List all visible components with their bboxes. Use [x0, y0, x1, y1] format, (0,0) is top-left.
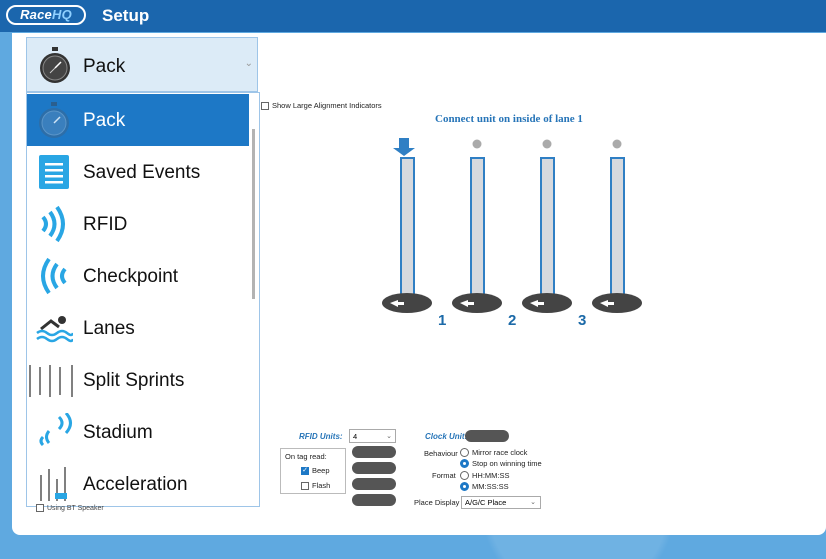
place-display-value: A/G/C Place [465, 498, 507, 507]
split-poles-icon [29, 365, 73, 397]
beep-label: Beep [312, 466, 330, 475]
lane-pole [540, 157, 555, 307]
lane-number: 2 [508, 312, 517, 329]
mode-dropdown-list[interactable]: Pack Saved Events RFID Checkpoint Lanes … [26, 92, 260, 507]
lane-base [382, 293, 432, 313]
clock-unit-label: Clock Unit: [425, 432, 468, 441]
dropdown-item-acceleration[interactable]: Acceleration [27, 458, 249, 506]
lane-base [592, 293, 642, 313]
large-alignment-checkbox[interactable] [261, 101, 269, 110]
lane-number: 3 [578, 312, 587, 329]
lane-base [452, 293, 502, 313]
on-tag-read-group: On tag read: ✓ Beep Flash [280, 448, 346, 494]
behaviour-mirror-radio[interactable] [460, 448, 469, 457]
dropdown-item-label: Pack [83, 110, 126, 131]
dropdown-item-saved-events[interactable]: Saved Events [27, 146, 249, 198]
beep-option[interactable]: ✓ Beep [301, 466, 330, 475]
on-tag-read-label: On tag read: [285, 452, 327, 461]
checkpoint-waves-icon [41, 257, 67, 295]
swimmer-icon [36, 316, 73, 343]
racehq-logo: RaceHQ [6, 5, 86, 25]
rfid-unit-button[interactable] [352, 494, 396, 506]
dropdown-item-lanes[interactable]: Lanes [27, 302, 249, 354]
chevron-down-icon: ⌄ [530, 499, 536, 506]
beep-checkbox[interactable]: ✓ [301, 466, 309, 475]
dropdown-item-label: Checkpoint [83, 266, 179, 287]
dropdown-item-label: Acceleration [83, 474, 188, 495]
document-icon [39, 155, 69, 189]
arrow-down-icon [393, 138, 415, 156]
mode-dropdown[interactable]: Pack ⌄ [26, 37, 258, 92]
status-dot [612, 139, 622, 149]
dropdown-item-split-sprints[interactable]: Split Sprints [27, 354, 249, 406]
stadium-icon [39, 413, 72, 447]
status-dot [542, 139, 552, 149]
dropdown-item-rfid[interactable]: RFID [27, 198, 249, 250]
dropdown-item-checkpoint[interactable]: Checkpoint [27, 250, 249, 302]
bt-speaker-label: Using BT Speaker [47, 504, 104, 512]
lane-number: 1 [438, 312, 447, 329]
dropdown-item-stadium[interactable]: Stadium [27, 406, 249, 458]
format-mmssss-radio[interactable] [460, 482, 469, 491]
large-alignment-toggle[interactable]: Show Large Alignment Indicators [261, 101, 382, 110]
dropdown-item-label: Split Sprints [83, 370, 185, 391]
chevron-down-icon: ⌄ [244, 58, 253, 69]
acceleration-icon [40, 467, 67, 501]
rfid-waves-icon [41, 205, 65, 243]
connect-instruction: Connect unit on inside of lane 1 [435, 113, 583, 125]
behaviour-mirror-option[interactable]: Mirror race clock [460, 448, 527, 457]
behaviour-label: Behaviour [424, 449, 458, 458]
clock-unit-button[interactable] [465, 430, 509, 442]
stopwatch-icon [40, 47, 70, 83]
lane-diagram [382, 138, 642, 313]
lane-pole [470, 157, 485, 307]
place-display-label: Place Display [414, 498, 460, 507]
lane-base [522, 293, 572, 313]
dropdown-item-label: Saved Events [83, 162, 201, 183]
page-title: Setup [102, 6, 150, 25]
lane-pole [400, 157, 415, 307]
format-label: Format [432, 471, 456, 480]
format-hhmmss-radio[interactable] [460, 471, 469, 480]
place-display-select[interactable]: A/G/C Place ⌄ [461, 496, 541, 509]
dropdown-item-label: Lanes [83, 318, 135, 339]
chevron-down-icon: ⌄ [386, 433, 392, 440]
rfid-unit-button[interactable] [352, 446, 396, 458]
behaviour-mirror-label: Mirror race clock [472, 448, 528, 457]
format-hhmmss-label: HH:MM:SS [472, 471, 510, 480]
behaviour-stop-radio[interactable] [460, 459, 469, 468]
bt-speaker-toggle[interactable]: Using BT Speaker [36, 504, 104, 512]
dropdown-item-pack[interactable]: Pack [27, 94, 249, 146]
format-mmssss-option[interactable]: MM:SS:SS [460, 482, 509, 491]
title-bar: RaceHQ Setup [0, 0, 826, 32]
dropdown-item-label: RFID [83, 214, 128, 235]
rfid-units-value: 4 [353, 432, 358, 441]
dropdown-selected-label: Pack [83, 56, 126, 77]
lane-pole [610, 157, 625, 307]
format-hhmmss-option[interactable]: HH:MM:SS [460, 471, 510, 480]
bt-speaker-checkbox[interactable] [36, 504, 44, 512]
behaviour-stop-option[interactable]: Stop on winning time [460, 459, 542, 468]
flash-label: Flash [312, 481, 331, 490]
rfid-units-label: RFID Units: [299, 432, 343, 441]
dropdown-scrollbar[interactable] [252, 129, 255, 299]
rfid-unit-button[interactable] [352, 478, 396, 490]
flash-checkbox[interactable] [301, 481, 309, 490]
rfid-units-select[interactable]: 4 ⌄ [349, 429, 396, 443]
format-mmssss-label: MM:SS:SS [472, 482, 509, 491]
status-dot [472, 139, 482, 149]
stopwatch-icon [39, 102, 69, 138]
large-alignment-label: Show Large Alignment Indicators [272, 101, 382, 110]
flash-option[interactable]: Flash [301, 481, 330, 490]
rfid-unit-button[interactable] [352, 462, 396, 474]
behaviour-stop-label: Stop on winning time [472, 459, 542, 468]
dropdown-item-label: Stadium [83, 422, 153, 443]
